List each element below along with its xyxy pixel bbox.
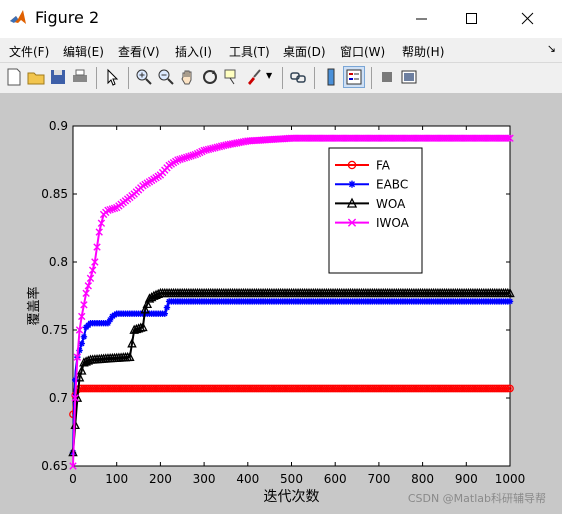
pointer-icon[interactable] <box>102 67 122 87</box>
legend-label: EABC <box>376 178 408 192</box>
window-title: Figure 2 <box>35 8 100 27</box>
brush-icon[interactable] <box>244 67 264 87</box>
y-tick-label: 0.85 <box>41 187 68 201</box>
x-tick-label: 200 <box>149 472 172 486</box>
matlab-logo-icon <box>10 10 26 24</box>
y-tick-label: 0.65 <box>41 459 68 473</box>
x-tick-label: 0 <box>69 472 77 486</box>
brush-dropdown-icon[interactable]: ▼ <box>266 71 272 80</box>
print-icon[interactable] <box>70 67 90 87</box>
toolbar-separator <box>96 67 97 89</box>
close-icon <box>521 12 534 25</box>
watermark: CSDN @Matlab科研辅导帮 <box>407 492 546 505</box>
x-tick-label: 800 <box>411 472 434 486</box>
toolbar-separator <box>282 67 283 89</box>
y-tick-label: 0.8 <box>49 255 68 269</box>
toolbar-separator <box>128 67 129 89</box>
legend[interactable]: FA EABC WOA IWOA <box>328 147 423 274</box>
toolbar-separator <box>371 67 372 89</box>
menu-file[interactable]: 文件(F) <box>9 43 49 60</box>
x-tick-label: 500 <box>280 472 303 486</box>
legend-label: WOA <box>376 197 406 211</box>
pan-icon[interactable] <box>178 67 198 87</box>
title-bar: Figure 2 <box>0 0 562 38</box>
legend-label: IWOA <box>376 216 410 230</box>
toolbar: ▼ <box>0 62 562 94</box>
y-tick-label: 0.7 <box>49 391 68 405</box>
hide-tools-icon[interactable] <box>377 67 397 87</box>
open-icon[interactable] <box>26 67 46 87</box>
close-button[interactable] <box>502 0 552 38</box>
x-tick-label: 900 <box>455 472 478 486</box>
x-tick-label: 300 <box>193 472 216 486</box>
x-axis-label: 迭代次数 <box>264 489 320 505</box>
colorbar-icon[interactable] <box>321 67 341 87</box>
menu-window[interactable]: 窗口(W) <box>340 43 385 60</box>
maximize-button[interactable] <box>446 0 496 38</box>
y-axis-label: 覆盖率 <box>26 286 42 325</box>
x-tick-label: 600 <box>324 472 347 486</box>
maximize-icon <box>466 13 477 24</box>
minimize-button[interactable] <box>396 0 446 38</box>
dock-arrow-icon[interactable]: ↘ <box>547 42 556 55</box>
toolbar-separator <box>314 67 315 89</box>
save-icon[interactable] <box>48 67 68 87</box>
x-tick-label: 400 <box>236 472 259 486</box>
link-icon[interactable] <box>288 67 308 87</box>
zoom-out-icon[interactable] <box>156 67 176 87</box>
rotate-3d-icon[interactable] <box>200 67 220 87</box>
x-tick-label: 700 <box>367 472 390 486</box>
new-figure-icon[interactable] <box>4 67 24 87</box>
menu-bar: 文件(F) 编辑(E) 查看(V) 插入(I) 工具(T) 桌面(D) 窗口(W… <box>0 38 562 62</box>
menu-edit[interactable]: 编辑(E) <box>63 43 104 60</box>
show-tools-icon[interactable] <box>399 67 419 87</box>
legend-icon[interactable] <box>343 66 365 88</box>
line-chart: 0 100 200 300 400 500 600 700 800 900 1000 0.65 0.7 0… <box>26 119 526 505</box>
x-tick-label: 1000 <box>495 472 526 486</box>
y-tick-label: 0.9 <box>49 119 68 133</box>
x-tick-label: 100 <box>105 472 128 486</box>
legend-label: FA <box>376 159 391 173</box>
menu-view[interactable]: 查看(V) <box>118 43 160 60</box>
minimize-icon <box>416 18 427 20</box>
data-cursor-icon[interactable] <box>222 67 242 87</box>
menu-desktop[interactable]: 桌面(D) <box>283 43 326 60</box>
menu-help[interactable]: 帮助(H) <box>402 43 444 60</box>
figure-canvas: 0 100 200 300 400 500 600 700 800 900 1000 0.65 0.7 0… <box>0 93 562 514</box>
menu-insert[interactable]: 插入(I) <box>175 43 212 60</box>
menu-tools[interactable]: 工具(T) <box>229 43 270 60</box>
y-tick-label: 0.75 <box>41 323 68 337</box>
zoom-in-icon[interactable] <box>134 67 154 87</box>
